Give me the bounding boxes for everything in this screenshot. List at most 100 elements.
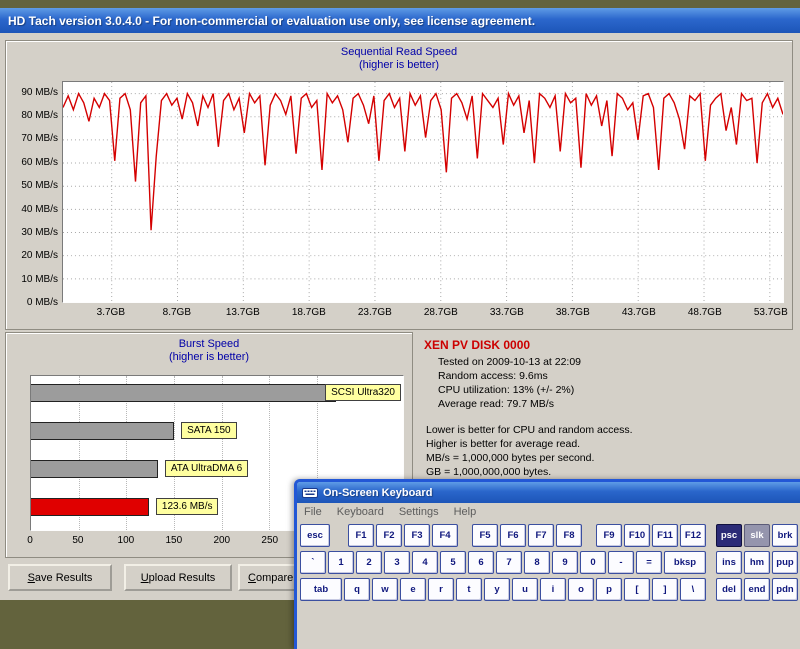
test-results: Tested on 2009-10-13 at 22:09Random acce… [420,355,792,411]
osk-menu-settings[interactable]: Settings [399,506,439,518]
y-axis-label: 10 MB/s [8,274,58,285]
burst-axis-label: 50 [72,535,83,546]
burst-axis-label: 0 [27,535,33,546]
results-note-line: GB = 1,000,000,000 bytes. [426,465,792,479]
key-F12[interactable]: F12 [680,524,706,547]
key-pup[interactable]: pup [772,551,798,574]
key-F9[interactable]: F9 [596,524,622,547]
key-6[interactable]: 6 [468,551,494,574]
x-axis-label: 33.7GB [490,307,524,318]
window-title: HD Tach version 3.0.4.0 - For non-commer… [8,14,535,28]
burst-axis-label: 200 [213,535,230,546]
key-F3[interactable]: F3 [404,524,430,547]
key-r[interactable]: r [428,578,454,601]
key-F1[interactable]: F1 [348,524,374,547]
key-1[interactable]: 1 [328,551,354,574]
key-w[interactable]: w [372,578,398,601]
burst-axis-label: 250 [261,535,278,546]
key-y[interactable]: y [484,578,510,601]
osk-menubar: File Keyboard Settings Help [297,503,800,521]
key-t[interactable]: t [456,578,482,601]
key-`[interactable]: ` [300,551,326,574]
osk-menu-help[interactable]: Help [454,506,477,518]
key-[[interactable]: [ [624,578,650,601]
y-axis-label: 40 MB/s [8,204,58,215]
burst-chart-subtitle: (higher is better) [6,351,412,364]
x-axis-label: 3.7GB [97,307,125,318]
save-results-button[interactable]: Save Results [8,564,112,591]
hdtach-titlebar[interactable]: HD Tach version 3.0.4.0 - For non-commer… [0,8,800,33]
bar-label: SATA 150 [181,422,237,439]
key-F4[interactable]: F4 [432,524,458,547]
key-ins[interactable]: ins [716,551,742,574]
key-F8[interactable]: F8 [556,524,582,547]
y-axis-label: 0 MB/s [8,297,58,308]
key-i[interactable]: i [540,578,566,601]
key-esc[interactable]: esc [300,524,330,547]
upload-results-button[interactable]: Upload Results [124,564,232,591]
speed-bar [31,498,149,516]
key-o[interactable]: o [568,578,594,601]
x-axis-label: 18.7GB [292,307,326,318]
osk-titlebar[interactable]: On-Screen Keyboard [297,482,800,503]
key-9[interactable]: 9 [552,551,578,574]
key-backslash[interactable]: \ [680,578,706,601]
key-F6[interactable]: F6 [500,524,526,547]
key-3[interactable]: 3 [384,551,410,574]
bar-label: 123.6 MB/s [156,498,219,515]
sequential-chart-subtitle: (higher is better) [6,59,792,72]
speed-bar [31,384,336,402]
keyboard-icon [302,487,318,499]
speed-bar [31,422,174,440]
key--[interactable]: - [608,551,634,574]
key-F10[interactable]: F10 [624,524,650,547]
key-q[interactable]: q [344,578,370,601]
key-psc[interactable]: psc [716,524,742,547]
key-8[interactable]: 8 [524,551,550,574]
sequential-read-panel: Sequential Read Speed (higher is better)… [5,40,793,330]
bar-row: SATA 150 [31,422,403,440]
y-axis-label: 50 MB/s [8,180,58,191]
key-4[interactable]: 4 [412,551,438,574]
sequential-read-line-chart [62,81,784,303]
key-pdn[interactable]: pdn [772,578,798,601]
key-=[interactable]: = [636,551,662,574]
results-note-line: Lower is better for CPU and random acces… [426,423,792,437]
speed-bar [31,460,158,478]
x-axis-label: 48.7GB [688,307,722,318]
key-brk[interactable]: brk [772,524,798,547]
osk-menu-file[interactable]: File [304,506,322,518]
y-axis-label: 20 MB/s [8,250,58,261]
key-slk[interactable]: slk [744,524,770,547]
key-end[interactable]: end [744,578,770,601]
key-2[interactable]: 2 [356,551,382,574]
bar-row: SCSI Ultra320 [31,384,403,402]
test-result-line: Random access: 9.6ms [438,369,792,383]
disk-name: XEN PV DISK 0000 [424,338,792,352]
key-bksp[interactable]: bksp [664,551,706,574]
key-p[interactable]: p [596,578,622,601]
key-del[interactable]: del [716,578,742,601]
y-axis-label: 30 MB/s [8,227,58,238]
x-axis-label: 8.7GB [163,307,191,318]
key-u[interactable]: u [512,578,538,601]
key-7[interactable]: 7 [496,551,522,574]
key-tab[interactable]: tab [300,578,342,601]
key-hm[interactable]: hm [744,551,770,574]
key-5[interactable]: 5 [440,551,466,574]
y-axis-label: 90 MB/s [8,87,58,98]
bar-label: ATA UltraDMA 6 [165,460,248,477]
osk-menu-keyboard[interactable]: Keyboard [337,506,384,518]
key-F5[interactable]: F5 [472,524,498,547]
osk-key-row: tabqwertyuiop[]\ delendpdn [300,578,800,601]
burst-axis-label: 150 [166,535,183,546]
key-][interactable]: ] [652,578,678,601]
key-F7[interactable]: F7 [528,524,554,547]
key-F11[interactable]: F11 [652,524,678,547]
on-screen-keyboard-window: On-Screen Keyboard File Keyboard Settings H… [294,479,800,649]
key-0[interactable]: 0 [580,551,606,574]
x-axis-label: 23.7GB [358,307,392,318]
key-e[interactable]: e [400,578,426,601]
burst-axis-label: 100 [118,535,135,546]
key-F2[interactable]: F2 [376,524,402,547]
